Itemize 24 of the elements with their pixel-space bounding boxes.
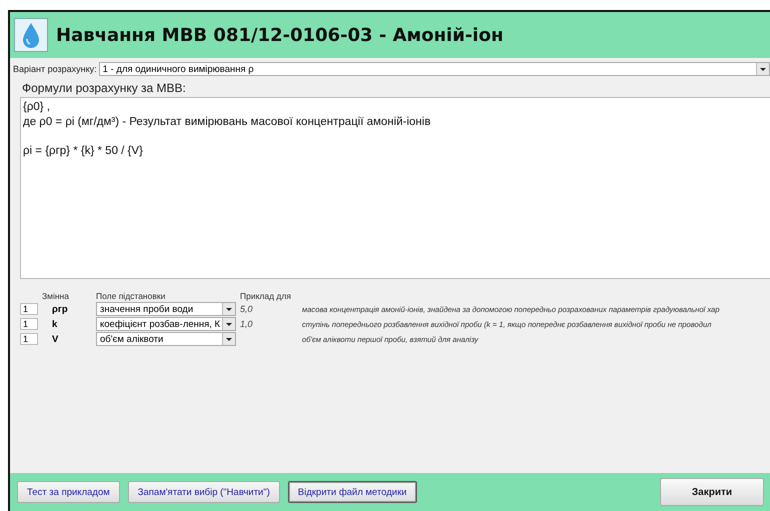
variable-name: V (51, 334, 60, 344)
substitution-dropdown[interactable]: значення проби води (96, 302, 236, 316)
water-drop-icon (14, 18, 48, 52)
variant-dropdown[interactable]: 1 - для одиничного вимірювання ρ (98, 62, 770, 76)
column-header: Приклад для (240, 291, 292, 301)
formulas-label: Формули розрахунку за МВВ: (21, 80, 187, 97)
variant-label: Варіант розрахунку: (13, 64, 97, 74)
column-header: Змінна (42, 291, 70, 301)
example-value: 1,0 (240, 319, 254, 329)
count-field[interactable]: 1 (20, 303, 38, 315)
substitution-dropdown[interactable]: коефіцієнт розбав-лення, К (96, 317, 236, 331)
action-button[interactable]: Запам'ятати вибір ("Навчити") (128, 481, 280, 503)
example-value: 5,0 (240, 304, 254, 314)
action-button[interactable]: Відкрити файл методики (288, 481, 417, 503)
formula-text-area[interactable]: {ρ0} , де ρ0 = ρі (мг/дм³) - Результат вимірювань масової концентрації амоній-іонів ρі = {ρгр} * {k} * 50 / {V} (20, 97, 770, 279)
variable-name: ρгр (51, 304, 69, 314)
action-button[interactable]: Тест за прикладом (17, 481, 120, 503)
count-field[interactable]: 1 (20, 318, 38, 330)
window-title: Навчання МВВ 081/12-0106-03 - Амоній-іон (56, 24, 504, 46)
close-button[interactable]: Закрити (660, 478, 764, 506)
column-header: Поле підстановки (96, 291, 166, 301)
substitution-dropdown[interactable]: об'єм аліквоти (96, 332, 236, 346)
count-field[interactable]: 1 (20, 333, 38, 345)
variable-name: k (51, 318, 58, 330)
